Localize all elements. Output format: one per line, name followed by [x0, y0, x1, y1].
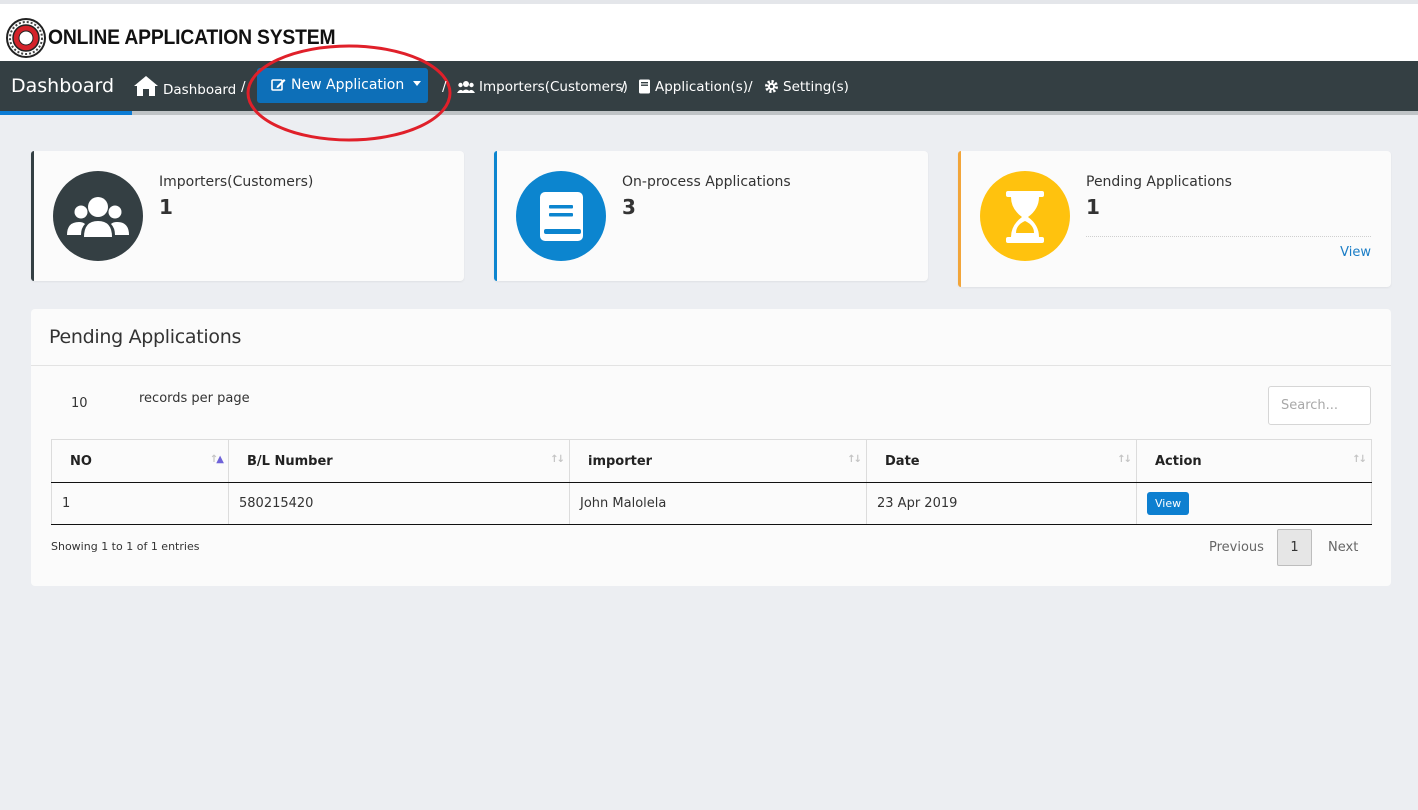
view-button[interactable]: View [1147, 492, 1190, 515]
stat-card-onprocess: On-process Applications 3 [494, 151, 928, 281]
card-label: Pending Applications [1086, 174, 1232, 190]
breadcrumb-applications[interactable]: Application(s) [638, 79, 748, 95]
breadcrumb-label: Dashboard [163, 82, 237, 98]
page-length-select[interactable]: 10 [71, 396, 88, 411]
pagination-next[interactable]: Next [1328, 540, 1358, 555]
breadcrumb-label: Application(s) [655, 79, 748, 95]
nav-title[interactable]: Dashboard [11, 75, 114, 97]
breadcrumb-dashboard[interactable]: Dashboard [133, 75, 236, 98]
search-input[interactable] [1268, 386, 1371, 425]
column-header-bl-number[interactable]: B/L Number ↑↓ [228, 439, 570, 483]
card-stripe [958, 151, 961, 287]
column-header-label: Date [885, 453, 920, 469]
pagination-page-1[interactable]: 1 [1277, 529, 1312, 566]
logo-emblem-icon [6, 18, 46, 58]
table-info: Showing 1 to 1 of 1 entries [51, 540, 200, 553]
column-header-label: importer [588, 453, 653, 469]
cell-no: 1 [51, 482, 229, 525]
hourglass-icon [1006, 191, 1044, 243]
sort-icon: ↑↓ [1352, 454, 1367, 465]
card-icon-circle [516, 171, 606, 261]
card-value: 1 [159, 195, 173, 219]
column-header-importer[interactable]: importer ↑↓ [569, 439, 867, 483]
cell-date: 23 Apr 2019 [866, 482, 1137, 525]
users-icon [457, 81, 475, 93]
view-pending-link[interactable]: View [1340, 245, 1371, 260]
pagination-previous[interactable]: Previous [1209, 540, 1264, 555]
panel-title: Pending Applications [49, 326, 242, 348]
annotation-ellipse [246, 44, 452, 142]
sort-icon: ↑↓ [847, 454, 862, 465]
pending-applications-panel: Pending Applications 10 records per page… [31, 309, 1391, 586]
gear-icon [765, 80, 778, 93]
table-header-row: NO ↑▲ B/L Number ↑↓ importer ↑↓ Date ↑↓ Acti… [51, 439, 1372, 483]
card-icon-circle [53, 171, 143, 261]
book-icon [639, 79, 650, 94]
applications-table: NO ↑▲ B/L Number ↑↓ importer ↑↓ Date ↑↓ Acti… [51, 439, 1372, 525]
breadcrumb-separator: / [621, 79, 626, 95]
column-header-label: Action [1155, 453, 1202, 469]
breadcrumb-label: Setting(s) [783, 79, 849, 95]
table-row: 1 580215420 John Malolela 23 Apr 2019 Vi… [51, 482, 1372, 525]
column-header-action[interactable]: Action ↑↓ [1136, 439, 1372, 483]
card-icon-circle [980, 171, 1070, 261]
navbar-active-indicator [0, 111, 132, 115]
column-header-no[interactable]: NO ↑▲ [51, 439, 229, 483]
cell-action: View [1136, 482, 1372, 525]
users-icon [67, 197, 129, 237]
stat-card-importers: Importers(Customers) 1 [31, 151, 464, 281]
column-header-label: B/L Number [247, 453, 333, 469]
cell-bl-number: 580215420 [228, 482, 570, 525]
page-length-label: records per page [139, 391, 250, 406]
navbar-underline [0, 111, 1418, 115]
card-label: Importers(Customers) [159, 174, 314, 190]
card-value: 3 [622, 195, 636, 219]
sort-asc-icon: ↑▲ [209, 454, 224, 465]
breadcrumb-label: Importers(Customers) [479, 79, 628, 95]
stat-card-pending: Pending Applications 1 View [958, 151, 1391, 287]
column-header-label: NO [70, 453, 92, 469]
home-icon [134, 76, 158, 96]
card-divider [1086, 236, 1371, 237]
panel-divider [31, 365, 1391, 366]
card-label: On-process Applications [622, 174, 791, 190]
breadcrumb-separator: / [241, 79, 246, 95]
breadcrumb-separator: / [748, 79, 753, 95]
card-stripe [31, 151, 34, 281]
cell-importer: John Malolela [569, 482, 867, 525]
sort-icon: ↑↓ [550, 454, 565, 465]
breadcrumb-importers[interactable]: Importers(Customers) [457, 79, 628, 95]
column-header-date[interactable]: Date ↑↓ [866, 439, 1137, 483]
breadcrumb-settings[interactable]: Setting(s) [764, 79, 849, 95]
card-value: 1 [1086, 195, 1100, 219]
book-icon [540, 192, 583, 241]
brand-header: ONLINE APPLICATION SYSTEM [0, 4, 1418, 61]
breadcrumb-separator: / [442, 79, 447, 95]
sort-icon: ↑↓ [1117, 454, 1132, 465]
card-stripe [494, 151, 497, 281]
